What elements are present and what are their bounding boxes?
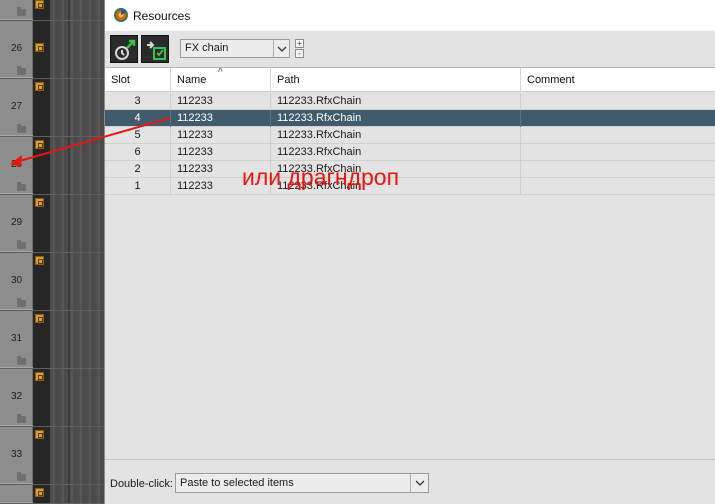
resources-table: Slot Name ^ Path Comment 3 112233 112233… (105, 67, 715, 459)
folder-icon (17, 414, 26, 423)
double-click-action-value: Paste to selected items (180, 477, 294, 489)
folder-icon (17, 66, 26, 75)
annotation-text: или драгндроп (242, 164, 400, 190)
track-row[interactable]: 28 (0, 137, 104, 195)
toolbar: FX chain + - (105, 31, 715, 67)
reaper-logo-icon (114, 8, 128, 22)
track-row[interactable]: 32 (0, 369, 104, 427)
table-row[interactable]: 6 112233 112233.RfxChain (105, 144, 715, 161)
remove-slot-button[interactable]: - (295, 49, 304, 58)
track-row[interactable]: 26 (0, 21, 104, 79)
load-save-button[interactable] (110, 35, 138, 63)
column-header-slot[interactable]: Slot (105, 68, 171, 92)
footer-bar: Double-click: Paste to selected items (105, 459, 715, 504)
chevron-down-icon (410, 474, 428, 492)
track-row[interactable]: 27 (0, 79, 104, 137)
track-row[interactable]: 31 (0, 311, 104, 369)
track-number: 27 (10, 101, 23, 112)
track-row[interactable]: 33 (0, 427, 104, 485)
fx-badge-icon[interactable] (35, 43, 44, 52)
track-row[interactable] (0, 0, 104, 21)
double-click-label: Double-click: (110, 478, 173, 490)
track-strip: 26 27 28 29 30 31 32 33 (0, 0, 104, 504)
resources-window: Resources FX chain + - Slot Name ^ Path … (104, 0, 715, 504)
track-number: 31 (10, 333, 23, 344)
table-header: Slot Name ^ Path Comment (105, 67, 715, 92)
track-number: 28 (10, 159, 23, 170)
folder-icon (17, 356, 26, 365)
column-header-path[interactable]: Path (271, 68, 521, 92)
track-number: 29 (10, 217, 23, 228)
track-number: 32 (10, 391, 23, 402)
resource-type-select[interactable]: FX chain (180, 39, 290, 58)
window-title: Resources (133, 9, 191, 23)
folder-icon (17, 182, 26, 191)
resource-type-value: FX chain (185, 42, 229, 54)
folder-icon (17, 298, 26, 307)
table-row[interactable]: 2 112233 112233.RfxChain (105, 161, 715, 178)
double-click-action-select[interactable]: Paste to selected items (175, 473, 429, 493)
track-row[interactable] (0, 485, 104, 504)
folder-icon (17, 472, 26, 481)
track-row[interactable]: 29 (0, 195, 104, 253)
fx-badge-icon[interactable] (35, 372, 44, 381)
title-bar[interactable]: Resources (105, 0, 715, 31)
fx-badge-icon[interactable] (35, 488, 44, 497)
table-row[interactable]: 1 112233 112233.RfxChain (105, 178, 715, 195)
folder-icon (17, 240, 26, 249)
fx-badge-icon[interactable] (35, 198, 44, 207)
folder-icon (17, 124, 26, 133)
fx-badge-icon[interactable] (35, 0, 44, 9)
fx-badge-icon[interactable] (35, 430, 44, 439)
track-number: 26 (10, 43, 23, 54)
column-header-name[interactable]: Name ^ (171, 67, 271, 92)
fx-badge-icon[interactable] (35, 82, 44, 91)
fx-badge-icon[interactable] (35, 140, 44, 149)
fx-badge-icon[interactable] (35, 314, 44, 323)
load-save-icon (115, 39, 136, 60)
track-row[interactable]: 30 (0, 253, 104, 311)
track-number: 30 (10, 275, 23, 286)
column-header-name-label: Name (177, 74, 207, 86)
track-number: 33 (10, 449, 23, 460)
add-slot-button[interactable]: + (295, 39, 304, 48)
table-row[interactable]: 3 112233 112233.RfxChain (105, 93, 715, 110)
table-row-selected[interactable]: 4 112233 112233.RfxChain (105, 110, 715, 127)
table-row[interactable]: 5 112233 112233.RfxChain (105, 127, 715, 144)
chevron-down-icon (273, 40, 289, 57)
column-header-comment[interactable]: Comment (521, 68, 715, 92)
sort-ascending-icon: ^ (218, 67, 223, 78)
fx-badge-icon[interactable] (35, 256, 44, 265)
sync-button[interactable] (141, 35, 169, 63)
folder-icon (17, 7, 26, 16)
sync-icon (147, 41, 166, 60)
